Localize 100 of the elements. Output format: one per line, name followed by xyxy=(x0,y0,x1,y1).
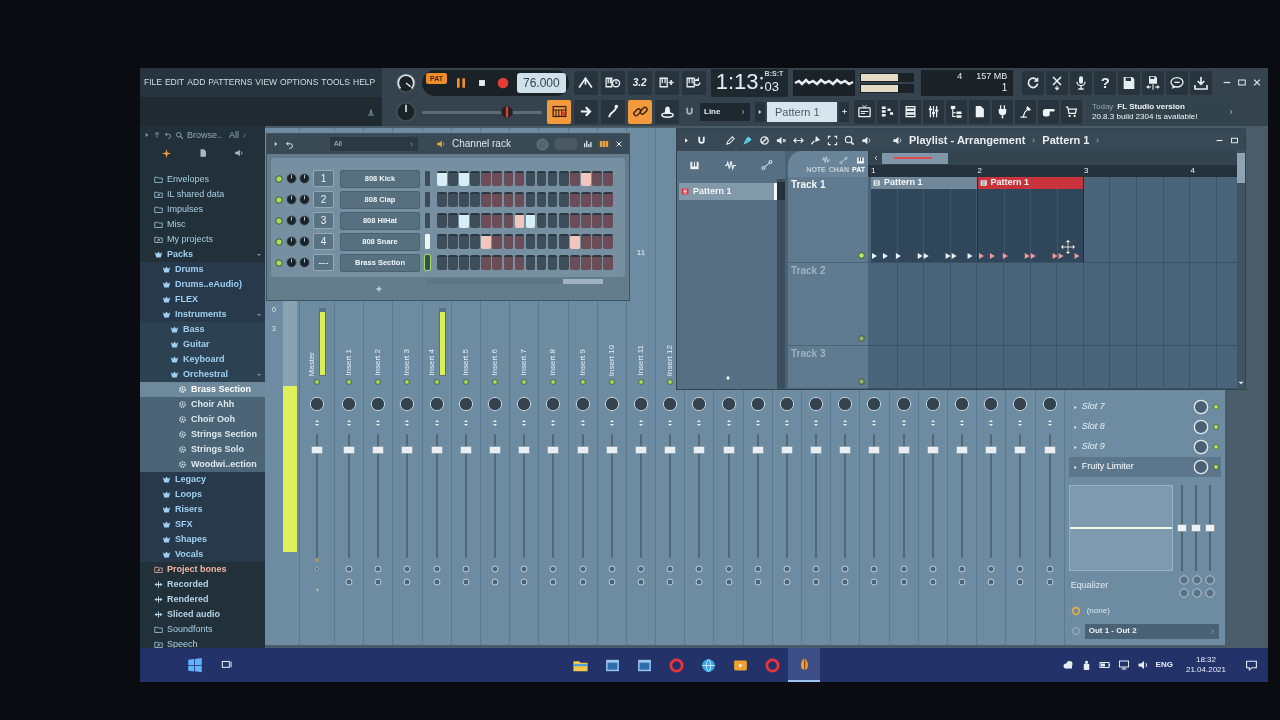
toolbar-button[interactable] xyxy=(1061,99,1082,124)
toolbar-button[interactable] xyxy=(1022,70,1045,95)
undo-icon[interactable] xyxy=(164,131,172,139)
browser-item[interactable]: Strings Solo xyxy=(140,442,265,457)
browser-item[interactable]: Bass xyxy=(140,322,265,337)
step-button[interactable] xyxy=(459,213,469,228)
eq-band-slider[interactable] xyxy=(1204,485,1215,571)
menu-item[interactable]: OPTIONS xyxy=(280,78,319,87)
toolbar-button[interactable] xyxy=(1070,70,1093,95)
menu-item[interactable]: FILE xyxy=(144,78,162,87)
routing-arrows-icon[interactable] xyxy=(433,419,440,427)
delete-icon[interactable] xyxy=(759,134,770,146)
led-icon[interactable] xyxy=(858,335,865,342)
toolbar-button[interactable] xyxy=(1190,70,1213,95)
automation-icon[interactable] xyxy=(761,159,773,171)
up-arrow-icon[interactable] xyxy=(153,131,161,139)
fader-track[interactable] xyxy=(459,434,472,558)
mode-button[interactable] xyxy=(628,99,652,124)
fader-track[interactable] xyxy=(634,434,647,558)
led-icon[interactable] xyxy=(550,379,557,385)
fader-handle[interactable] xyxy=(1014,445,1027,454)
fader-handle[interactable] xyxy=(605,445,618,454)
restore-icon[interactable] xyxy=(1230,135,1239,145)
scrollbar[interactable] xyxy=(427,279,603,284)
routing-arrows-icon[interactable] xyxy=(842,419,849,427)
slider-track[interactable] xyxy=(422,104,542,119)
fader-handle[interactable] xyxy=(926,445,939,454)
led-icon[interactable] xyxy=(462,379,469,385)
browser-item[interactable]: FLEX xyxy=(140,292,265,307)
eq-knob[interactable] xyxy=(1178,574,1189,585)
knife-icon[interactable] xyxy=(810,134,821,146)
routing-arrows-icon[interactable] xyxy=(900,419,907,427)
browser-item[interactable]: Speech xyxy=(140,637,265,648)
browser-item[interactable]: Vocals xyxy=(140,547,265,562)
fader-handle[interactable] xyxy=(664,445,677,454)
routing-arrows-icon[interactable] xyxy=(346,419,353,427)
routing-arrows-icon[interactable] xyxy=(1046,419,1053,427)
channel-number-field[interactable]: 2 xyxy=(313,191,334,208)
breadcrumb-pattern[interactable]: Pattern 1 xyxy=(1042,134,1090,146)
notification-icon[interactable] xyxy=(1245,658,1258,672)
fader-handle[interactable] xyxy=(897,445,910,454)
led-icon[interactable] xyxy=(637,379,644,385)
fader-handle[interactable] xyxy=(576,445,589,454)
fader-handle[interactable] xyxy=(311,445,323,454)
channel-number-field[interactable]: 4 xyxy=(313,233,334,250)
browser-item[interactable]: Envelopes xyxy=(140,172,265,187)
triangle-right-icon[interactable] xyxy=(273,141,279,147)
diamond-icon[interactable] xyxy=(725,375,731,381)
swing-knob[interactable] xyxy=(536,137,549,151)
eq-band-slider[interactable] xyxy=(1176,485,1187,571)
fader-handle[interactable] xyxy=(372,445,385,454)
fader-track[interactable] xyxy=(343,434,356,558)
pan-knob[interactable] xyxy=(286,173,297,184)
pattern-clip[interactable]: Pattern 1 xyxy=(871,177,977,189)
led-icon[interactable] xyxy=(275,195,283,204)
browser-item[interactable]: Rendered xyxy=(140,592,265,607)
led-icon[interactable] xyxy=(275,237,283,246)
routing-arrows-icon[interactable] xyxy=(929,419,936,427)
monitor-icon[interactable] xyxy=(1117,659,1130,671)
routing-arrows-icon[interactable] xyxy=(871,419,878,427)
fader-track[interactable] xyxy=(547,434,560,558)
add-icon[interactable] xyxy=(375,285,383,293)
menu-item[interactable]: HELP xyxy=(353,78,376,87)
fader-handle[interactable] xyxy=(868,445,881,454)
led-icon[interactable] xyxy=(346,379,353,385)
scrollbar-thumb[interactable] xyxy=(777,182,785,200)
fader-handle[interactable] xyxy=(751,445,764,454)
speaker-icon[interactable] xyxy=(436,139,446,149)
volume-knob[interactable] xyxy=(299,194,310,205)
toolbar-button[interactable] xyxy=(900,99,921,124)
snap-dropdown[interactable]: Line xyxy=(700,102,750,121)
browser-item[interactable]: SFX xyxy=(140,517,265,532)
browser-item[interactable]: Sliced audio xyxy=(140,607,265,622)
browser-item[interactable]: IL shared data xyxy=(140,187,265,202)
routing-arrows-icon[interactable] xyxy=(783,419,790,427)
led-icon[interactable] xyxy=(404,379,411,385)
step-button[interactable] xyxy=(459,171,469,186)
fader-track[interactable] xyxy=(985,434,998,558)
metronome-button[interactable] xyxy=(573,70,598,95)
browser-item[interactable]: Instruments xyxy=(140,307,265,322)
routing-arrows-icon[interactable] xyxy=(404,419,411,427)
menu-item[interactable]: ADD xyxy=(187,78,206,87)
search-icon[interactable] xyxy=(175,130,184,140)
fader-track[interactable] xyxy=(430,434,443,558)
chevron-right-icon[interactable] xyxy=(1228,108,1234,115)
browser-filter[interactable]: All xyxy=(229,130,240,140)
slider-thumb[interactable] xyxy=(1190,524,1201,532)
close-icon[interactable] xyxy=(615,140,623,148)
routing-arrows-icon[interactable] xyxy=(492,419,499,427)
language-indicator[interactable]: ENG xyxy=(1155,661,1173,669)
slider-thumb[interactable] xyxy=(1204,524,1215,532)
speaker-icon[interactable] xyxy=(1136,659,1149,671)
routing-arrows-icon[interactable] xyxy=(314,419,320,427)
toolbar-button[interactable] xyxy=(1038,99,1059,124)
fader-handle[interactable] xyxy=(401,445,414,454)
volume-knob[interactable] xyxy=(299,236,310,247)
fader-track[interactable] xyxy=(605,434,618,558)
chevron-right-icon[interactable] xyxy=(242,132,248,138)
fader-handle[interactable] xyxy=(343,445,356,454)
small-knob[interactable] xyxy=(313,567,321,572)
